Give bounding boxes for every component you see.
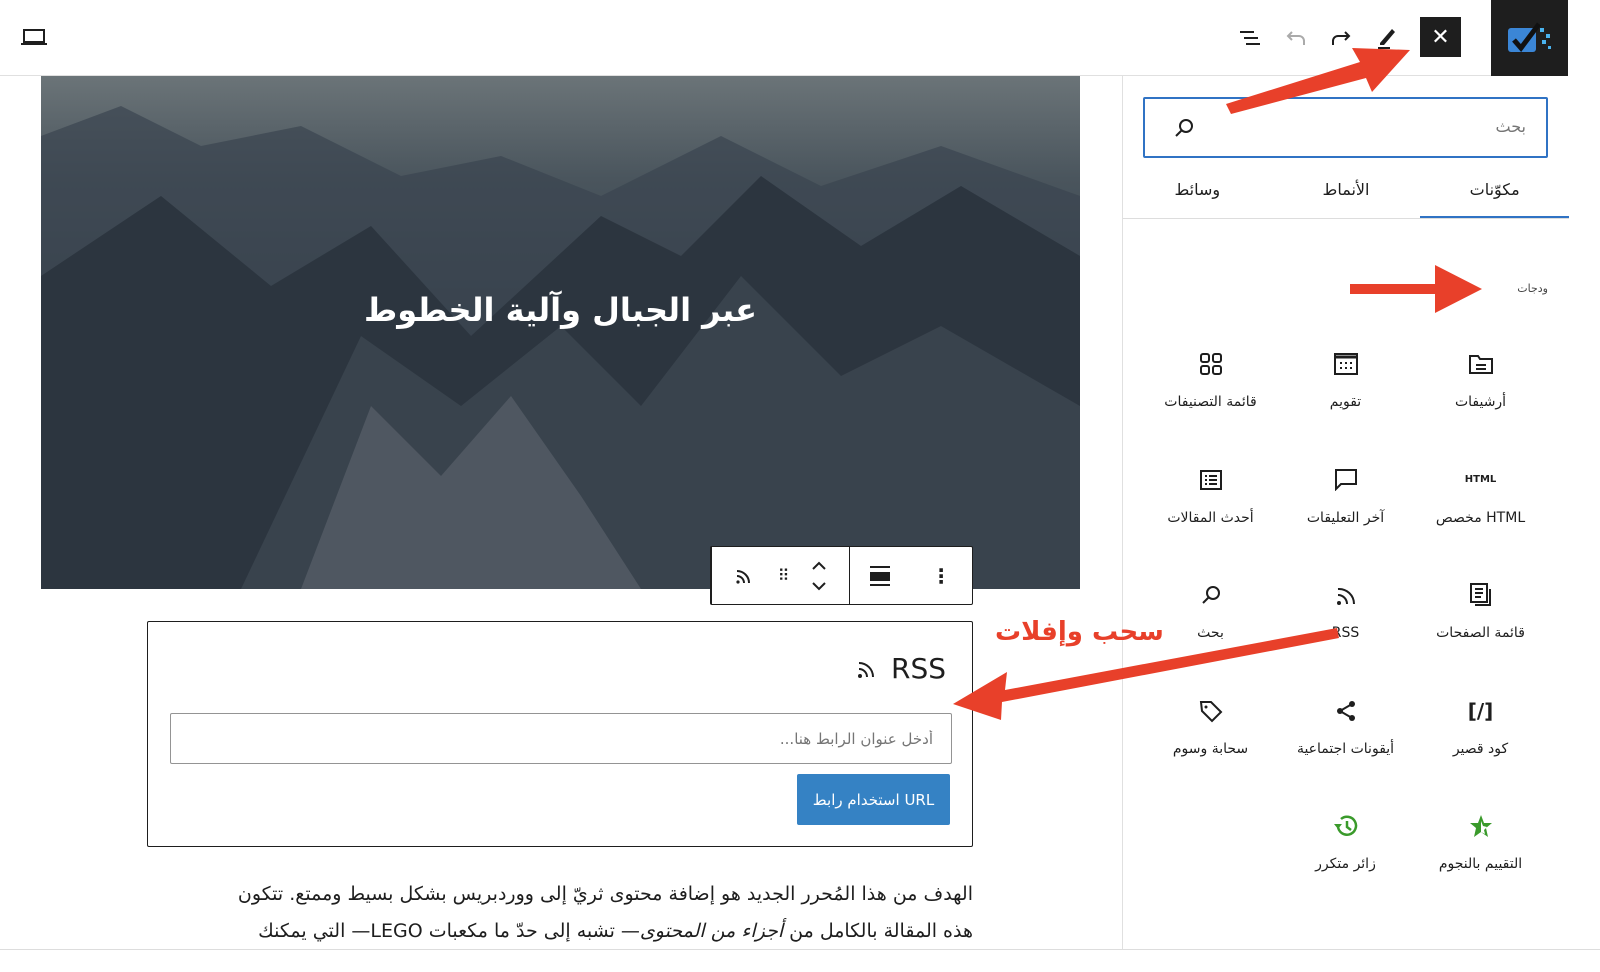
- block-label: التقييم بالنجوم: [1438, 856, 1523, 872]
- history-icon: [1333, 808, 1359, 844]
- shortcode-icon: [/]: [1467, 698, 1494, 723]
- divider: [0, 949, 1600, 950]
- star-icon: [1468, 808, 1494, 844]
- rss-block-title: RSS: [855, 652, 946, 685]
- archive-icon: [1468, 346, 1494, 382]
- tab-blocks[interactable]: مكوّنات: [1420, 166, 1569, 218]
- mountain-image: [41, 106, 1080, 589]
- cover-block[interactable]: عبر الجبال وآلية الخطوط: [41, 76, 1080, 589]
- block-item-list[interactable]: أحدث المقالات: [1143, 442, 1278, 558]
- block-label: RSS: [1331, 625, 1360, 641]
- block-item-tag[interactable]: سحابة وسوم: [1143, 673, 1278, 789]
- tab-media[interactable]: وسائط: [1123, 166, 1272, 218]
- block-label: تقويم: [1329, 394, 1362, 410]
- block-item-star[interactable]: التقييم بالنجوم: [1413, 788, 1548, 904]
- block-label: HTML مخصص: [1435, 509, 1526, 526]
- rss-title-text: RSS: [890, 652, 946, 685]
- align-button[interactable]: [849, 547, 911, 604]
- block-label: آخر التعليقات: [1306, 509, 1385, 526]
- more-options-button[interactable]: ⋮: [911, 547, 972, 604]
- text: — تشبه إلى حدّ ما مكعبات LEGO— التي يمكن…: [258, 920, 640, 942]
- block-item-pages[interactable]: قائمة الصفحات: [1413, 557, 1548, 673]
- cover-title[interactable]: عبر الجبال وآلية الخطوط: [41, 291, 1080, 329]
- list-icon: [1199, 462, 1222, 498]
- rss-icon: [1335, 577, 1357, 613]
- comment-icon: [1334, 462, 1357, 498]
- close-icon: ✕: [1431, 24, 1450, 50]
- pages-icon: [1469, 577, 1493, 613]
- move-up-down-icon[interactable]: [811, 560, 827, 592]
- top-toolbar: ✕: [0, 0, 1568, 76]
- share-icon: [1335, 693, 1357, 729]
- block-label: أحدث المقالات: [1167, 509, 1254, 526]
- block-label: سحابة وسوم: [1172, 740, 1249, 757]
- paragraph-line: الهدف من هذا المُحرر الجديد هو إضافة محت…: [237, 883, 973, 905]
- site-logo[interactable]: [1491, 0, 1568, 76]
- block-item-comment[interactable]: آخر التعليقات: [1278, 442, 1413, 558]
- rss-url-input[interactable]: [170, 713, 952, 764]
- close-inserter-button[interactable]: ✕: [1420, 17, 1461, 57]
- tag-icon: [1199, 693, 1223, 729]
- editor-canvas: عبر الجبال وآلية الخطوط ⋮ ⠿ RSS استخدام …: [0, 76, 1122, 950]
- rss-block[interactable]: RSS استخدام رابط URL: [147, 621, 973, 847]
- list-view-icon[interactable]: [1235, 24, 1265, 52]
- block-label: زائر متكرر: [1315, 856, 1376, 872]
- redo-icon[interactable]: [1326, 24, 1356, 52]
- block-item-archive[interactable]: أرشيفات: [1413, 326, 1548, 442]
- rss-icon[interactable]: [734, 566, 754, 586]
- edit-icon[interactable]: [1372, 22, 1402, 52]
- more-vertical-icon: ⋮: [931, 563, 952, 588]
- category-heading: ودجات: [1517, 282, 1548, 295]
- block-toolbar: ⋮ ⠿: [710, 546, 973, 605]
- block-item-categories[interactable]: قائمة التصنيفات: [1143, 326, 1278, 442]
- text: هذه المقالة بالكامل من: [783, 920, 973, 942]
- block-label: كود قصير: [1452, 740, 1509, 757]
- rss-icon: [857, 661, 874, 678]
- drag-handle-icon[interactable]: ⠿: [778, 566, 790, 585]
- inserter-tabs: مكوّنات الأنماط وسائط: [1123, 166, 1569, 219]
- categories-icon: [1199, 346, 1222, 382]
- block-item-history[interactable]: زائر متكرر: [1278, 788, 1413, 904]
- block-item-html[interactable]: HTML HTML مخصص: [1413, 442, 1548, 558]
- use-url-button[interactable]: استخدام رابط URL: [797, 774, 950, 825]
- search-icon: [1175, 119, 1193, 137]
- block-item-share[interactable]: أيقونات اجتماعية: [1278, 673, 1413, 789]
- block-label: أرشيفات: [1454, 394, 1507, 410]
- block-inserter-panel: بحث مكوّنات الأنماط وسائط ودجات أرشيفات ت…: [1122, 76, 1569, 950]
- tab-patterns[interactable]: الأنماط: [1272, 166, 1421, 218]
- block-search-input[interactable]: بحث: [1143, 97, 1548, 158]
- block-label: قائمة الصفحات: [1436, 625, 1525, 641]
- search-icon: [1200, 577, 1222, 613]
- align-wide-icon: [870, 565, 891, 586]
- block-label: أيقونات اجتماعية: [1296, 740, 1395, 757]
- block-controls: ⠿: [711, 547, 849, 604]
- block-item-shortcode[interactable]: [/] كود قصير: [1413, 673, 1548, 789]
- calendar-icon: [1333, 346, 1358, 382]
- emphasis-text: أجزاء من المحتوى: [639, 920, 784, 942]
- block-item-rss[interactable]: RSS: [1278, 557, 1413, 673]
- block-label: بحث: [1197, 625, 1224, 641]
- block-label: قائمة التصنيفات: [1164, 394, 1257, 410]
- annotation-drag-drop: سحب وإفلات: [995, 617, 1164, 647]
- paragraph-block[interactable]: الهدف من هذا المُحرر الجديد هو إضافة محت…: [147, 876, 973, 950]
- block-item-search[interactable]: بحث: [1143, 557, 1278, 673]
- laptop-icon[interactable]: [18, 24, 50, 50]
- block-item-calendar[interactable]: تقويم: [1278, 326, 1413, 442]
- block-grid: أرشيفات تقويم قائمة التصنيفات HTML HTML مخصص…: [1143, 326, 1548, 904]
- search-placeholder: بحث: [1495, 117, 1527, 136]
- html-icon: HTML: [1464, 474, 1497, 485]
- paragraph-line: هذه المقالة بالكامل من أجزاء من المحتوى—…: [147, 913, 973, 950]
- undo-icon[interactable]: [1281, 24, 1311, 52]
